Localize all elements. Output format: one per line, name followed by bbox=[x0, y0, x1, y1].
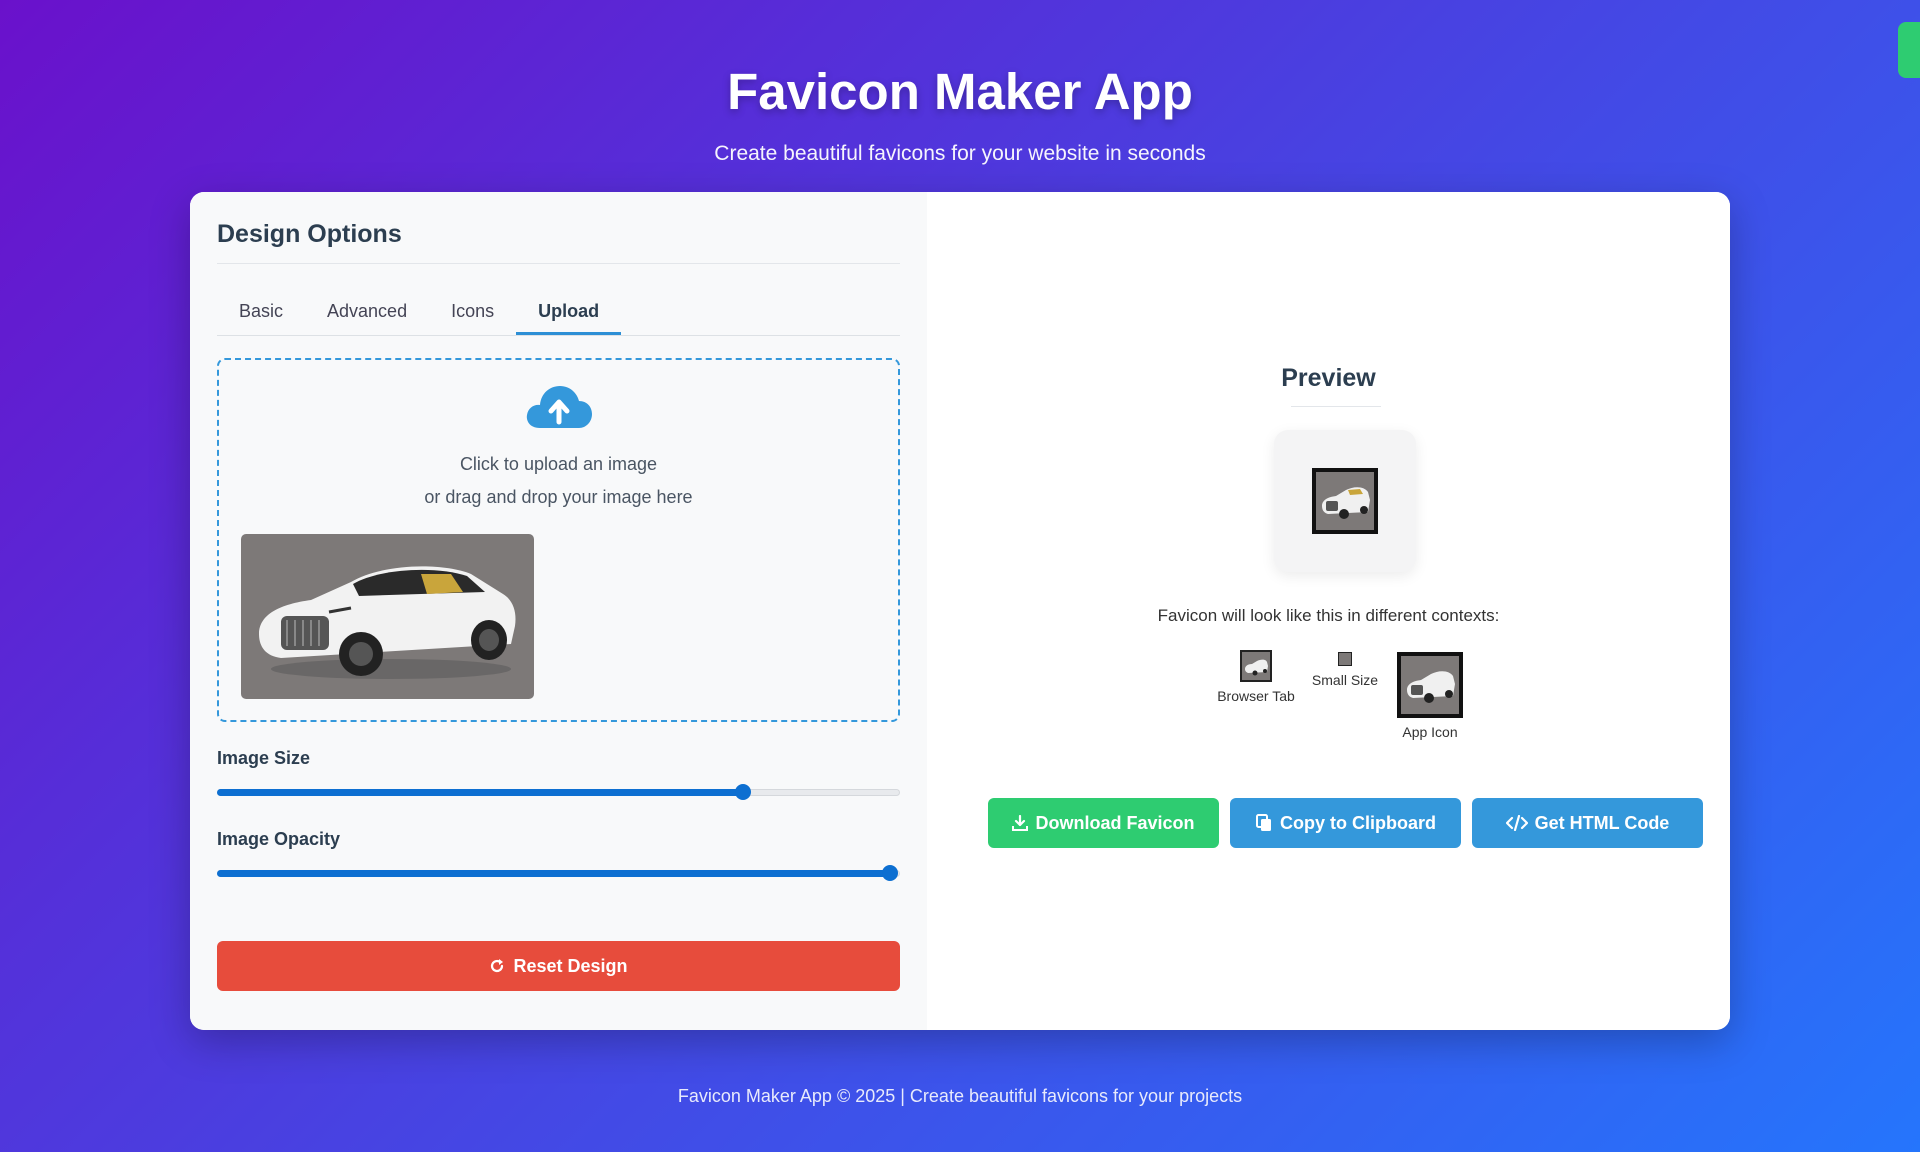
context-app-icon: App Icon bbox=[1390, 652, 1470, 740]
cloud-upload-icon bbox=[526, 386, 592, 428]
tab-advanced[interactable]: Advanced bbox=[305, 288, 429, 335]
upload-instruction: Click to upload an image bbox=[459, 454, 658, 474]
app-subtitle: Create beautiful favicons for your websi… bbox=[714, 142, 1206, 165]
copy-to-clipboard-label: Copy to Clipboard bbox=[1280, 812, 1436, 833]
context-small-size: Small Size bbox=[1307, 652, 1383, 688]
small-size-label: Small Size bbox=[1311, 672, 1379, 688]
upload-dropzone[interactable]: Click to upload an image or drag and dro… bbox=[217, 358, 900, 722]
design-options-title: Design Options bbox=[217, 220, 900, 264]
get-html-code-button[interactable]: Get HTML Code bbox=[1472, 798, 1703, 848]
image-opacity-label: Image Opacity bbox=[217, 829, 341, 849]
copy-icon bbox=[1256, 814, 1271, 831]
small-size-favicon bbox=[1338, 652, 1352, 666]
app-title: Favicon Maker App bbox=[727, 63, 1193, 120]
favicon-preview-image bbox=[1312, 468, 1378, 534]
page-header: Favicon Maker App Create beautiful favic… bbox=[0, 0, 1920, 166]
notification-tab[interactable] bbox=[1898, 22, 1920, 78]
app-icon-label: App Icon bbox=[1402, 724, 1458, 740]
page-footer: Favicon Maker App © 2025 | Create beauti… bbox=[677, 1086, 1243, 1106]
contexts-description: Favicon will look like this in different… bbox=[1157, 606, 1500, 625]
redo-icon bbox=[491, 959, 504, 973]
browser-tab-label: Browser Tab bbox=[1217, 688, 1295, 704]
design-tabs: Basic Advanced Icons Upload bbox=[217, 288, 900, 336]
image-size-label: Image Size bbox=[217, 748, 311, 768]
reset-design-label: Reset Design bbox=[513, 955, 628, 976]
uploaded-car-image bbox=[241, 534, 534, 699]
upload-dragdrop-hint: or drag and drop your image here bbox=[424, 487, 693, 507]
image-opacity-slider[interactable] bbox=[217, 862, 900, 884]
copy-to-clipboard-button[interactable]: Copy to Clipboard bbox=[1230, 798, 1461, 848]
preview-panel: Preview Favicon will look like this in d… bbox=[927, 192, 1730, 1030]
get-html-code-label: Get HTML Code bbox=[1534, 812, 1670, 833]
preview-title: Preview bbox=[1281, 364, 1376, 392]
download-icon bbox=[1012, 815, 1029, 831]
slider-thumb[interactable] bbox=[734, 784, 751, 800]
download-favicon-label: Download Favicon bbox=[1035, 812, 1195, 833]
tab-basic[interactable]: Basic bbox=[217, 288, 305, 335]
reset-design-button[interactable]: Reset Design bbox=[217, 941, 900, 991]
code-icon bbox=[1505, 815, 1528, 831]
favicon-preview-box bbox=[1274, 430, 1416, 572]
context-browser-tab: Browser Tab bbox=[1211, 650, 1301, 704]
design-options-panel: Design Options Basic Advanced Icons Uplo… bbox=[190, 192, 927, 1030]
preview-divider bbox=[1291, 406, 1381, 407]
download-favicon-button[interactable]: Download Favicon bbox=[988, 798, 1219, 848]
main-card: Design Options Basic Advanced Icons Uplo… bbox=[190, 192, 1730, 1030]
slider-fill bbox=[217, 870, 890, 877]
tab-icons[interactable]: Icons bbox=[429, 288, 516, 335]
browser-tab-favicon bbox=[1240, 650, 1272, 682]
slider-fill bbox=[217, 789, 743, 796]
action-buttons: Download Favicon Copy to Clipboard Get H… bbox=[988, 798, 1703, 848]
image-size-slider[interactable] bbox=[217, 781, 900, 803]
app-icon-favicon bbox=[1397, 652, 1463, 718]
tab-upload[interactable]: Upload bbox=[516, 288, 622, 335]
slider-thumb[interactable] bbox=[881, 865, 898, 881]
